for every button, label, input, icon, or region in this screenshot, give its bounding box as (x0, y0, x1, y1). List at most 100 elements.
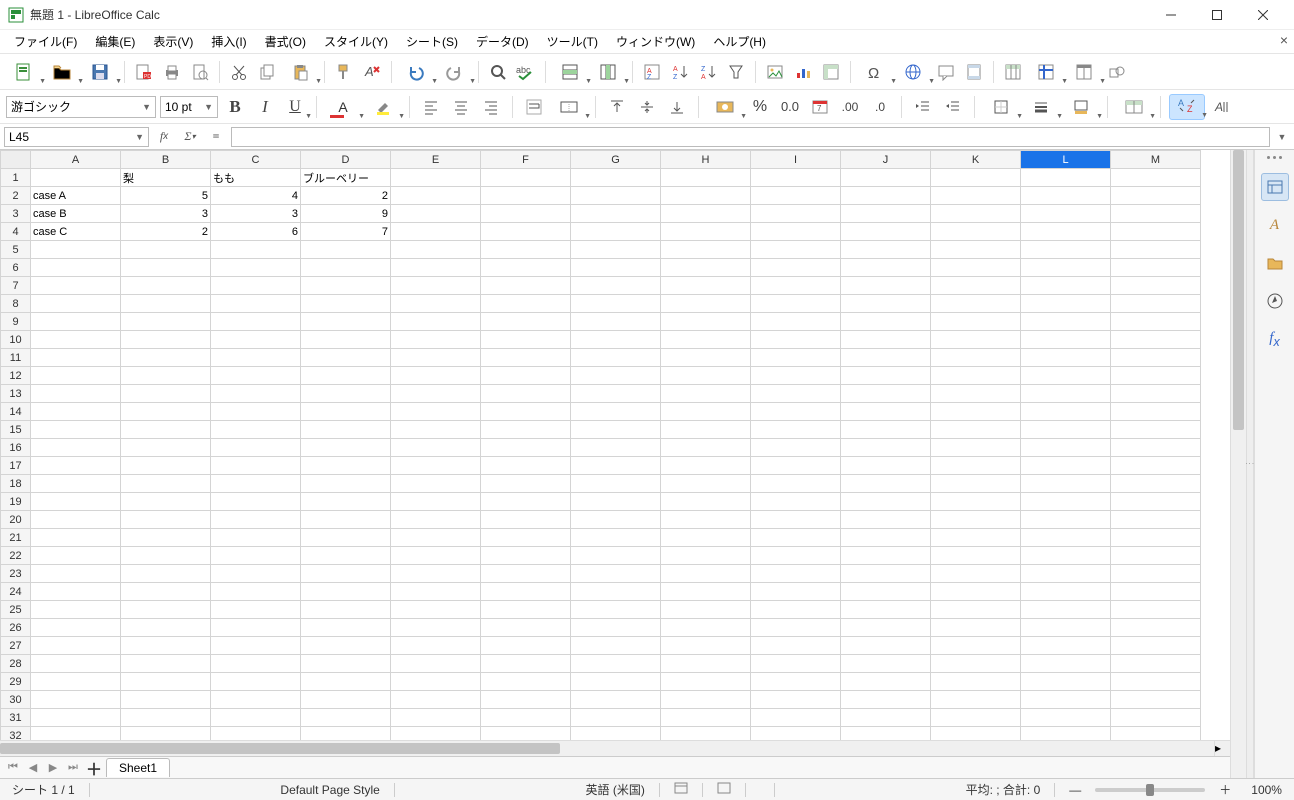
cell-D4[interactable]: 7 (301, 223, 391, 241)
add-sheet-button[interactable]: ＋ (84, 756, 104, 780)
cell-G1[interactable] (571, 169, 661, 187)
print-button[interactable] (159, 59, 185, 85)
cell-F4[interactable] (481, 223, 571, 241)
cell-B7[interactable] (121, 277, 211, 295)
cell-B5[interactable] (121, 241, 211, 259)
percent-button[interactable]: % (747, 94, 773, 120)
cell-E5[interactable] (391, 241, 481, 259)
cell-J4[interactable] (841, 223, 931, 241)
cell-F2[interactable] (481, 187, 571, 205)
cell-F27[interactable] (481, 637, 571, 655)
cell-F20[interactable] (481, 511, 571, 529)
cell-C24[interactable] (211, 583, 301, 601)
cell-M18[interactable] (1111, 475, 1201, 493)
sidebar-menu-icon[interactable] (1261, 156, 1289, 159)
cell-B28[interactable] (121, 655, 211, 673)
cell-M29[interactable] (1111, 673, 1201, 691)
status-language[interactable]: 英語 (米国) (580, 781, 651, 798)
tab-first-button[interactable]: ⏮ (4, 761, 22, 774)
cell-C20[interactable] (211, 511, 301, 529)
add-decimal-button[interactable]: .00 (837, 94, 863, 120)
cell-J8[interactable] (841, 295, 931, 313)
hyperlink-button[interactable]: ▼ (895, 59, 931, 85)
sidebar-navigator-button[interactable] (1261, 287, 1289, 315)
align-middle-button[interactable] (634, 94, 660, 120)
cell-A16[interactable] (31, 439, 121, 457)
cell-M7[interactable] (1111, 277, 1201, 295)
cell-G26[interactable] (571, 619, 661, 637)
cell-L21[interactable] (1021, 529, 1111, 547)
cell-B30[interactable] (121, 691, 211, 709)
cell-C10[interactable] (211, 331, 301, 349)
cell-D9[interactable] (301, 313, 391, 331)
cell-A7[interactable] (31, 277, 121, 295)
cell-G11[interactable] (571, 349, 661, 367)
sidebar-properties-button[interactable] (1261, 173, 1289, 201)
sort-asc-button[interactable]: AZ (667, 59, 693, 85)
cell-H12[interactable] (661, 367, 751, 385)
cell-A10[interactable] (31, 331, 121, 349)
cell-F32[interactable] (481, 727, 571, 741)
col-header-M[interactable]: M (1111, 151, 1201, 169)
row-header-18[interactable]: 18 (1, 475, 31, 493)
cell-style-button[interactable]: ▼ (1116, 94, 1152, 120)
cell-L1[interactable] (1021, 169, 1111, 187)
col-header-I[interactable]: I (751, 151, 841, 169)
cell-D13[interactable] (301, 385, 391, 403)
cell-A22[interactable] (31, 547, 121, 565)
sidebar-functions-button[interactable]: fx (1261, 325, 1289, 353)
cell-F31[interactable] (481, 709, 571, 727)
cell-L24[interactable] (1021, 583, 1111, 601)
cell-F23[interactable] (481, 565, 571, 583)
row-header-21[interactable]: 21 (1, 529, 31, 547)
cell-E23[interactable] (391, 565, 481, 583)
cell-M12[interactable] (1111, 367, 1201, 385)
cell-M5[interactable] (1111, 241, 1201, 259)
cell-L6[interactable] (1021, 259, 1111, 277)
cell-I22[interactable] (751, 547, 841, 565)
sum-button[interactable]: Σ▾ (179, 127, 201, 147)
text-direction-button[interactable]: A (1209, 94, 1235, 120)
cell-D29[interactable] (301, 673, 391, 691)
cell-D12[interactable] (301, 367, 391, 385)
cell-I29[interactable] (751, 673, 841, 691)
formula-expand-button[interactable]: ▼ (1274, 132, 1290, 142)
cell-M2[interactable] (1111, 187, 1201, 205)
align-left-button[interactable] (418, 94, 444, 120)
cell-F3[interactable] (481, 205, 571, 223)
cell-I16[interactable] (751, 439, 841, 457)
cell-E7[interactable] (391, 277, 481, 295)
cell-E3[interactable] (391, 205, 481, 223)
autofilter-button[interactable] (723, 59, 749, 85)
cell-A17[interactable] (31, 457, 121, 475)
cell-D15[interactable] (301, 421, 391, 439)
cell-J31[interactable] (841, 709, 931, 727)
cell-H7[interactable] (661, 277, 751, 295)
cell-B4[interactable]: 2 (121, 223, 211, 241)
cell-I10[interactable] (751, 331, 841, 349)
sidebar-styles-button[interactable]: A (1261, 211, 1289, 239)
zoom-slider[interactable] (1095, 788, 1205, 792)
new-button[interactable]: ▼ (6, 59, 42, 85)
cell-J23[interactable] (841, 565, 931, 583)
cell-M1[interactable] (1111, 169, 1201, 187)
col-header-B[interactable]: B (121, 151, 211, 169)
cell-J29[interactable] (841, 673, 931, 691)
cell-G10[interactable] (571, 331, 661, 349)
cell-A30[interactable] (31, 691, 121, 709)
cell-G32[interactable] (571, 727, 661, 741)
cell-M15[interactable] (1111, 421, 1201, 439)
cell-C32[interactable] (211, 727, 301, 741)
cell-K9[interactable] (931, 313, 1021, 331)
cell-G25[interactable] (571, 601, 661, 619)
cell-J30[interactable] (841, 691, 931, 709)
cell-A25[interactable] (31, 601, 121, 619)
cell-A29[interactable] (31, 673, 121, 691)
window-close-button[interactable] (1240, 0, 1286, 30)
row-header-27[interactable]: 27 (1, 637, 31, 655)
cell-M26[interactable] (1111, 619, 1201, 637)
cell-D27[interactable] (301, 637, 391, 655)
zoom-value[interactable]: 100% (1245, 783, 1288, 797)
align-center-button[interactable] (448, 94, 474, 120)
cell-L22[interactable] (1021, 547, 1111, 565)
